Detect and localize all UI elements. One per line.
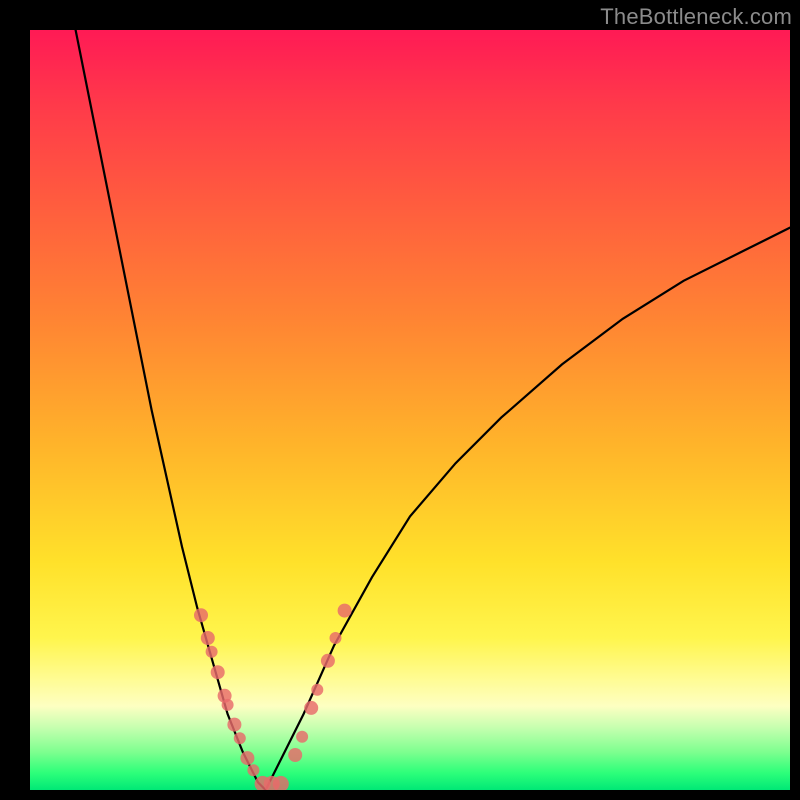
highlight-dot (247, 764, 259, 776)
highlight-dot (227, 718, 241, 732)
chart-frame: TheBottleneck.com (0, 0, 800, 800)
watermark-text: TheBottleneck.com (600, 4, 792, 30)
plot-area (30, 30, 790, 790)
highlight-dot (194, 608, 208, 622)
curve-right-branch (266, 228, 790, 790)
curve-left-branch (76, 30, 266, 790)
highlight-dot (296, 731, 308, 743)
highlight-dot (311, 684, 323, 696)
highlight-dot (330, 632, 342, 644)
bottleneck-curve-svg (30, 30, 790, 790)
highlight-dot (338, 604, 352, 618)
highlight-dot (206, 646, 218, 658)
highlight-dot (240, 751, 254, 765)
highlight-dot (234, 732, 246, 744)
highlight-dot (201, 631, 215, 645)
highlight-dot (321, 654, 335, 668)
highlight-dot (304, 701, 318, 715)
highlight-dot (211, 665, 225, 679)
highlight-dot (222, 699, 234, 711)
highlight-dot (288, 748, 302, 762)
highlight-dots-group (194, 604, 352, 790)
